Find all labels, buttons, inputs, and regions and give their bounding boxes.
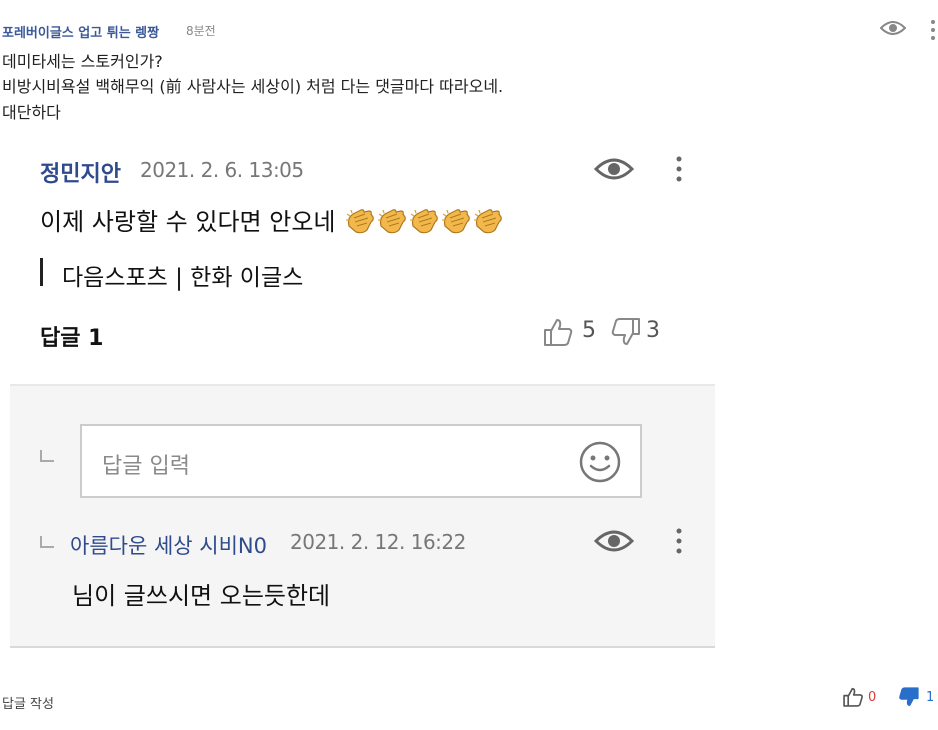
comment-time: 8분전 (186, 24, 216, 38)
write-reply-button[interactable]: 답글 작성 (2, 693, 54, 712)
comment-line: 대단하다 (2, 103, 61, 122)
embedded-reply-time: 2021. 2. 12. 16:22 (290, 530, 466, 554)
dislike-count: 1 (926, 690, 935, 705)
like-count: 0 (868, 690, 877, 705)
embedded-time: 2021. 2. 6. 13:05 (140, 158, 304, 182)
embedded-text-content: 이제 사랑할 수 있다면 안오네 (40, 208, 336, 236)
comment-line: 데미타세는 스토커인가? (2, 52, 163, 71)
smiley-icon (578, 440, 622, 488)
eye-icon (593, 526, 635, 560)
thumbs-down-icon[interactable] (898, 686, 920, 712)
thumbs-up-icon (542, 316, 574, 352)
clapping-hands-icon (473, 208, 503, 234)
reply-input-placeholder: 답글 입력 (102, 454, 190, 479)
thumbs-down-icon (610, 316, 642, 352)
eye-icon (593, 154, 635, 188)
clapping-hands-icon (409, 208, 439, 234)
embedded-text: 이제 사랑할 수 있다면 안오네 (40, 202, 503, 237)
embedded-dislike-count: 3 (646, 318, 660, 343)
embedded-comment-image: 정민지안 2021. 2. 6. 13:05 이제 사랑할 수 있다면 안오네 … (10, 140, 715, 650)
embedded-source: 다음스포츠 | 한화 이글스 (62, 265, 304, 291)
reply-corner-icon (40, 450, 54, 462)
embedded-reply-count: 답글 1 (40, 326, 104, 351)
more-options-icon (674, 154, 684, 188)
clapping-hands-icon (345, 208, 375, 234)
embedded-reply-area: 답글 입력 아름다운 세상 시비N0 2021. 2. 12. 16:22 님이… (10, 384, 715, 648)
embedded-reply-author: 아름다운 세상 시비N0 (70, 534, 267, 558)
clapping-hands-icon (441, 208, 471, 234)
embedded-like-count: 5 (582, 318, 596, 343)
source-divider (40, 258, 43, 286)
embedded-reply-text: 님이 글쓰시면 오는듯한데 (72, 582, 331, 610)
thumbs-up-icon[interactable] (842, 686, 864, 712)
more-options-icon[interactable] (928, 18, 938, 46)
comment-author[interactable]: 포레버이글스 업고 튀는 렝짱 (2, 22, 159, 41)
embedded-author: 정민지안 (40, 162, 121, 187)
clapping-hands-emojis (343, 208, 503, 236)
eye-icon[interactable] (879, 18, 907, 42)
reply-corner-icon (40, 536, 54, 548)
comment-line: 비방시비욕설 백해무익 (前 사람사는 세상이) 처럼 다는 댓글마다 따라오네… (2, 77, 504, 96)
clapping-hands-icon (377, 208, 407, 234)
more-options-icon (674, 526, 684, 560)
embedded-reply-input: 답글 입력 (80, 424, 642, 498)
